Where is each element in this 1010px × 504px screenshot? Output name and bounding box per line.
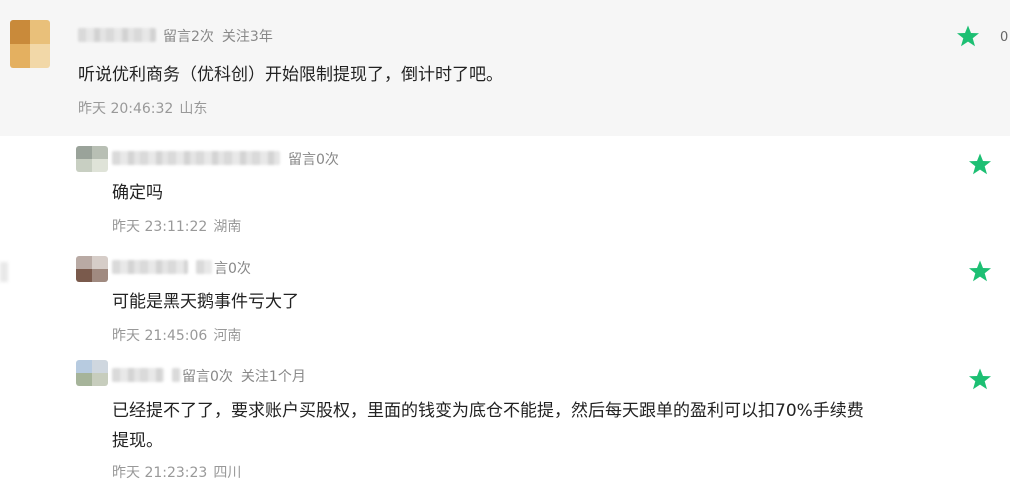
time: 昨天 21:23:23 bbox=[112, 465, 208, 481]
user-stats: 言0次 bbox=[214, 258, 251, 278]
avatar-pixel bbox=[76, 159, 92, 172]
user-stats: 留言0次 关注1个月 bbox=[182, 366, 306, 386]
avatar[interactable] bbox=[76, 360, 108, 386]
time: 昨天 21:45:06 bbox=[112, 328, 208, 344]
follow-duration: 关注3年 bbox=[221, 29, 273, 45]
avatar-pixel bbox=[76, 373, 92, 386]
avatar-pixel bbox=[76, 256, 92, 269]
follow-duration: 关注1个月 bbox=[240, 369, 306, 385]
reply-text: 可能是黑天鹅事件亏大了 bbox=[112, 292, 299, 312]
avatar[interactable] bbox=[76, 256, 108, 282]
overflow-glyph: 0 bbox=[1000, 30, 1009, 42]
message-count: 留言0次 bbox=[182, 369, 233, 385]
scroll-edge-mark bbox=[0, 262, 8, 282]
avatar-pixel bbox=[92, 159, 108, 172]
time: 昨天 23:11:22 bbox=[112, 219, 208, 235]
avatar-pixel bbox=[76, 269, 92, 282]
avatar-pixel bbox=[30, 20, 50, 44]
reply-timestamp: 昨天 21:23:23 四川 bbox=[112, 462, 241, 482]
message-count: 留言2次 bbox=[163, 29, 214, 45]
star-icon[interactable] bbox=[956, 24, 980, 48]
username-redacted[interactable] bbox=[112, 151, 280, 165]
username-redacted bbox=[196, 260, 212, 274]
star-icon[interactable] bbox=[968, 152, 992, 176]
reply-text-continued: 提现。 bbox=[112, 431, 163, 451]
username-redacted[interactable] bbox=[112, 368, 164, 382]
message-count: 留言0次 bbox=[288, 152, 339, 168]
reply-timestamp: 昨天 21:45:06 河南 bbox=[112, 325, 241, 345]
message-count: 言0次 bbox=[214, 261, 251, 277]
avatar-pixel bbox=[10, 20, 30, 44]
location: 河南 bbox=[213, 328, 242, 344]
avatar-pixel bbox=[92, 360, 108, 373]
location: 湖南 bbox=[213, 219, 242, 235]
comment-thread: 留言2次 关注3年 听说优利商务（优科创）开始限制提现了，倒计时了吧。 昨天 20… bbox=[0, 0, 1010, 504]
avatar-pixel bbox=[92, 256, 108, 269]
username-redacted bbox=[172, 368, 180, 382]
reply-text: 已经提不了了，要求账户买股权，里面的钱变为底仓不能提，然后每天跟单的盈利可以扣7… bbox=[112, 401, 864, 421]
avatar-pixel bbox=[10, 44, 30, 68]
reply-timestamp: 昨天 23:11:22 湖南 bbox=[112, 216, 241, 236]
star-icon[interactable] bbox=[968, 259, 992, 283]
user-stats: 留言0次 bbox=[288, 149, 339, 169]
username-redacted[interactable] bbox=[112, 260, 188, 274]
comment-timestamp: 昨天 20:46:32 山东 bbox=[78, 98, 207, 118]
username-redacted[interactable] bbox=[78, 28, 156, 42]
comment-text: 听说优利商务（优科创）开始限制提现了，倒计时了吧。 bbox=[78, 65, 503, 85]
location: 山东 bbox=[179, 101, 208, 117]
avatar-pixel bbox=[30, 44, 50, 68]
main-comment: 留言2次 关注3年 听说优利商务（优科创）开始限制提现了，倒计时了吧。 昨天 20… bbox=[0, 0, 1010, 136]
avatar-pixel bbox=[92, 146, 108, 159]
avatar[interactable] bbox=[76, 146, 108, 172]
star-icon[interactable] bbox=[968, 367, 992, 391]
avatar-pixel bbox=[92, 269, 108, 282]
avatar[interactable] bbox=[10, 20, 50, 68]
reply-text: 确定吗 bbox=[112, 183, 163, 203]
avatar-pixel bbox=[76, 146, 92, 159]
user-stats: 留言2次 关注3年 bbox=[163, 26, 273, 46]
avatar-pixel bbox=[92, 373, 108, 386]
time: 昨天 20:46:32 bbox=[78, 101, 174, 117]
location: 四川 bbox=[213, 465, 242, 481]
avatar-pixel bbox=[76, 360, 92, 373]
